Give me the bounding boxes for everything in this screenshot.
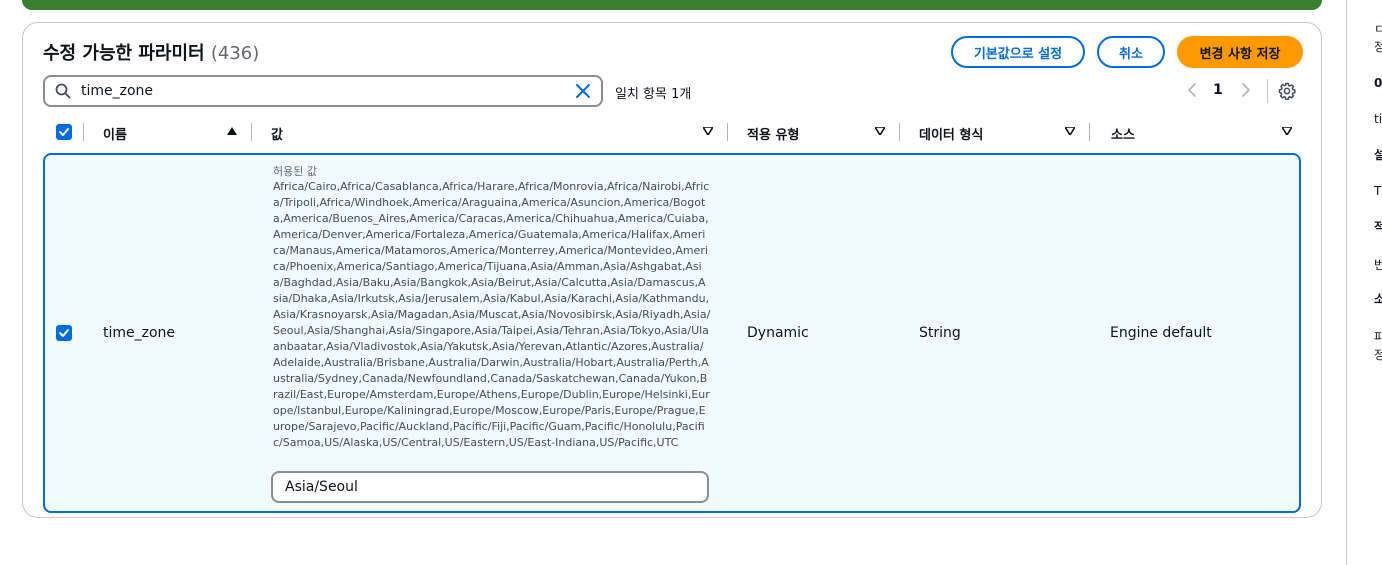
check-icon — [59, 128, 69, 136]
header-divider — [1089, 123, 1090, 141]
allowed-values-text: Africa/Cairo,Africa/Casablanca,Africa/Ha… — [273, 180, 711, 449]
allowed-values-label: 허용된 값 — [273, 165, 317, 178]
sort-ascending-icon[interactable] — [227, 127, 237, 135]
table-row[interactable]: time_zone 허용된 값 Africa/Cairo,Africa/Casa… — [43, 153, 1301, 513]
side-panel-divider — [1346, 0, 1347, 565]
column-header-apply-type[interactable]: 적용 유형 — [747, 124, 799, 143]
side-panel-text: 정 — [1374, 40, 1382, 54]
row-checkbox[interactable] — [56, 325, 72, 341]
source-value: Engine default — [1110, 325, 1212, 341]
sort-caret-icon[interactable] — [703, 127, 713, 135]
check-icon — [59, 329, 69, 337]
chevron-right-icon[interactable] — [1239, 81, 1253, 99]
header-divider — [727, 123, 728, 141]
search-input[interactable]: time_zone — [43, 75, 603, 107]
parameter-count: (436) — [210, 43, 260, 64]
reset-to-default-button[interactable]: 기본값으로 설정 — [951, 36, 1085, 68]
side-panel-text: 정 — [1374, 348, 1382, 362]
column-header-value[interactable]: 값 — [271, 124, 283, 143]
save-changes-button[interactable]: 변경 사항 저장 — [1177, 36, 1303, 68]
column-header-source[interactable]: 소스 — [1111, 124, 1135, 143]
parameter-value-input[interactable]: Asia/Seoul — [271, 471, 709, 503]
search-value: time_zone — [81, 83, 154, 99]
page-number[interactable]: 1 — [1213, 82, 1223, 98]
side-panel-text: ti — [1374, 112, 1382, 126]
side-panel-heading: 0 — [1374, 76, 1382, 90]
sort-caret-icon[interactable] — [1282, 127, 1292, 135]
gear-icon[interactable] — [1278, 82, 1296, 100]
search-icon — [55, 83, 71, 99]
cancel-button[interactable]: 취소 — [1097, 36, 1165, 68]
side-panel-heading: 소 — [1374, 292, 1382, 306]
apply-type-value: Dynamic — [747, 325, 809, 341]
column-header-name[interactable]: 이름 — [103, 124, 127, 143]
side-panel-text: ㄷ — [1374, 22, 1382, 36]
match-count: 일치 항목 1개 — [615, 87, 692, 102]
side-panel-text: 번 — [1374, 258, 1382, 272]
column-header-data-type[interactable]: 데이터 형식 — [919, 124, 983, 143]
sort-caret-icon[interactable] — [1065, 127, 1075, 135]
header-divider — [899, 123, 900, 141]
side-panel-text: 파 — [1374, 330, 1382, 344]
panel-title: 수정 가능한 파라미터 (436) — [43, 43, 260, 64]
header-divider — [83, 123, 84, 141]
table-header: 이름 값 적용 유형 데이터 형식 소스 — [23, 117, 1321, 147]
parameters-panel: 수정 가능한 파라미터 (436) 기본값으로 설정 취소 변경 사항 저장 t… — [22, 22, 1322, 518]
side-panel-heading: 적 — [1374, 220, 1382, 234]
header-divider — [251, 123, 252, 141]
parameter-name: time_zone — [103, 325, 176, 341]
pager-divider — [1267, 79, 1268, 103]
success-banner — [22, 0, 1322, 10]
side-panel-text: T — [1374, 184, 1382, 198]
chevron-left-icon[interactable] — [1185, 81, 1199, 99]
sort-caret-icon[interactable] — [875, 127, 885, 135]
select-all-checkbox[interactable] — [56, 124, 72, 140]
clear-icon[interactable] — [575, 83, 591, 99]
data-type-value: String — [919, 325, 961, 341]
side-panel-heading: 설 — [1374, 148, 1382, 162]
